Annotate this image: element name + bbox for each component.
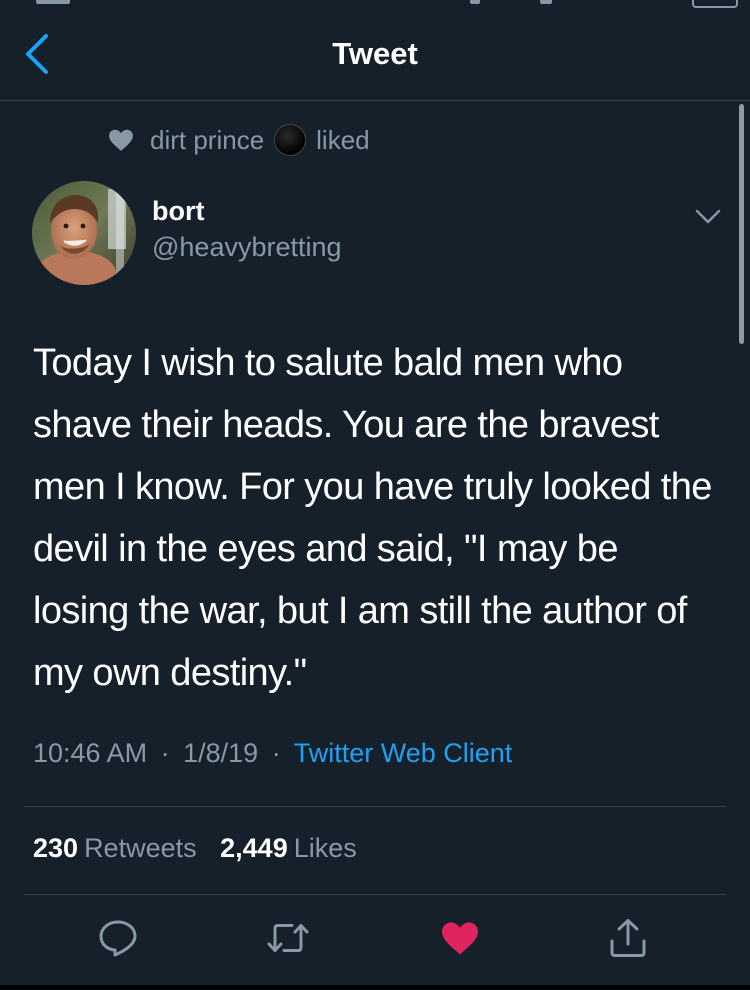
reply-icon [99,920,137,957]
likes-label: Likes [293,833,357,863]
divider [24,894,726,895]
status-bar [0,0,750,8]
status-bar-fragment [540,0,552,4]
avatar[interactable] [32,181,136,285]
author-handle[interactable]: @heavybretting [152,232,342,263]
tweet-client-link[interactable]: Twitter Web Client [294,738,513,768]
share-icon [610,919,646,957]
retweet-icon [267,924,309,952]
social-action-label: liked [316,124,370,155]
meta-separator: · [271,738,281,768]
liker-name[interactable]: dirt prince [150,125,264,156]
tweet-meta: 10:46 AM · 1/8/19 · Twitter Web Client [33,738,512,769]
heart-filled-icon [442,922,478,955]
avatar-photo [32,181,136,285]
reply-button[interactable] [96,916,140,960]
tweet-options-button[interactable] [694,204,722,228]
meta-separator: · [160,738,170,768]
likes-stat[interactable]: 2,449 Likes [220,833,357,863]
status-bar-fragment [470,0,480,4]
social-context: dirt prince liked [108,122,370,158]
scrollbar[interactable] [739,104,744,344]
bottom-edge [0,985,750,990]
chevron-down-icon [695,209,721,224]
retweet-button[interactable] [266,916,310,960]
retweets-label: Retweets [84,833,197,863]
heart-icon [109,129,133,151]
navigation-bar: Tweet [0,8,750,101]
author-display-name[interactable]: bort [152,196,204,227]
retweets-count: 230 [33,833,79,863]
divider [24,806,726,807]
liker-avatar [274,124,307,156]
likes-count: 2,449 [220,833,288,863]
battery-icon [692,0,738,8]
page-title: Tweet [332,36,418,71]
like-button[interactable] [438,916,482,960]
tweet-text: Today I wish to salute bald men who shav… [33,342,712,694]
status-bar-fragment [36,0,70,4]
share-button[interactable] [606,916,650,960]
tweet-date: 1/8/19 [183,738,259,768]
tweet-stats: 230 Retweets 2,449 Likes [33,833,357,864]
retweets-stat[interactable]: 230 Retweets [33,833,197,863]
tweet-time: 10:46 AM [33,738,148,768]
